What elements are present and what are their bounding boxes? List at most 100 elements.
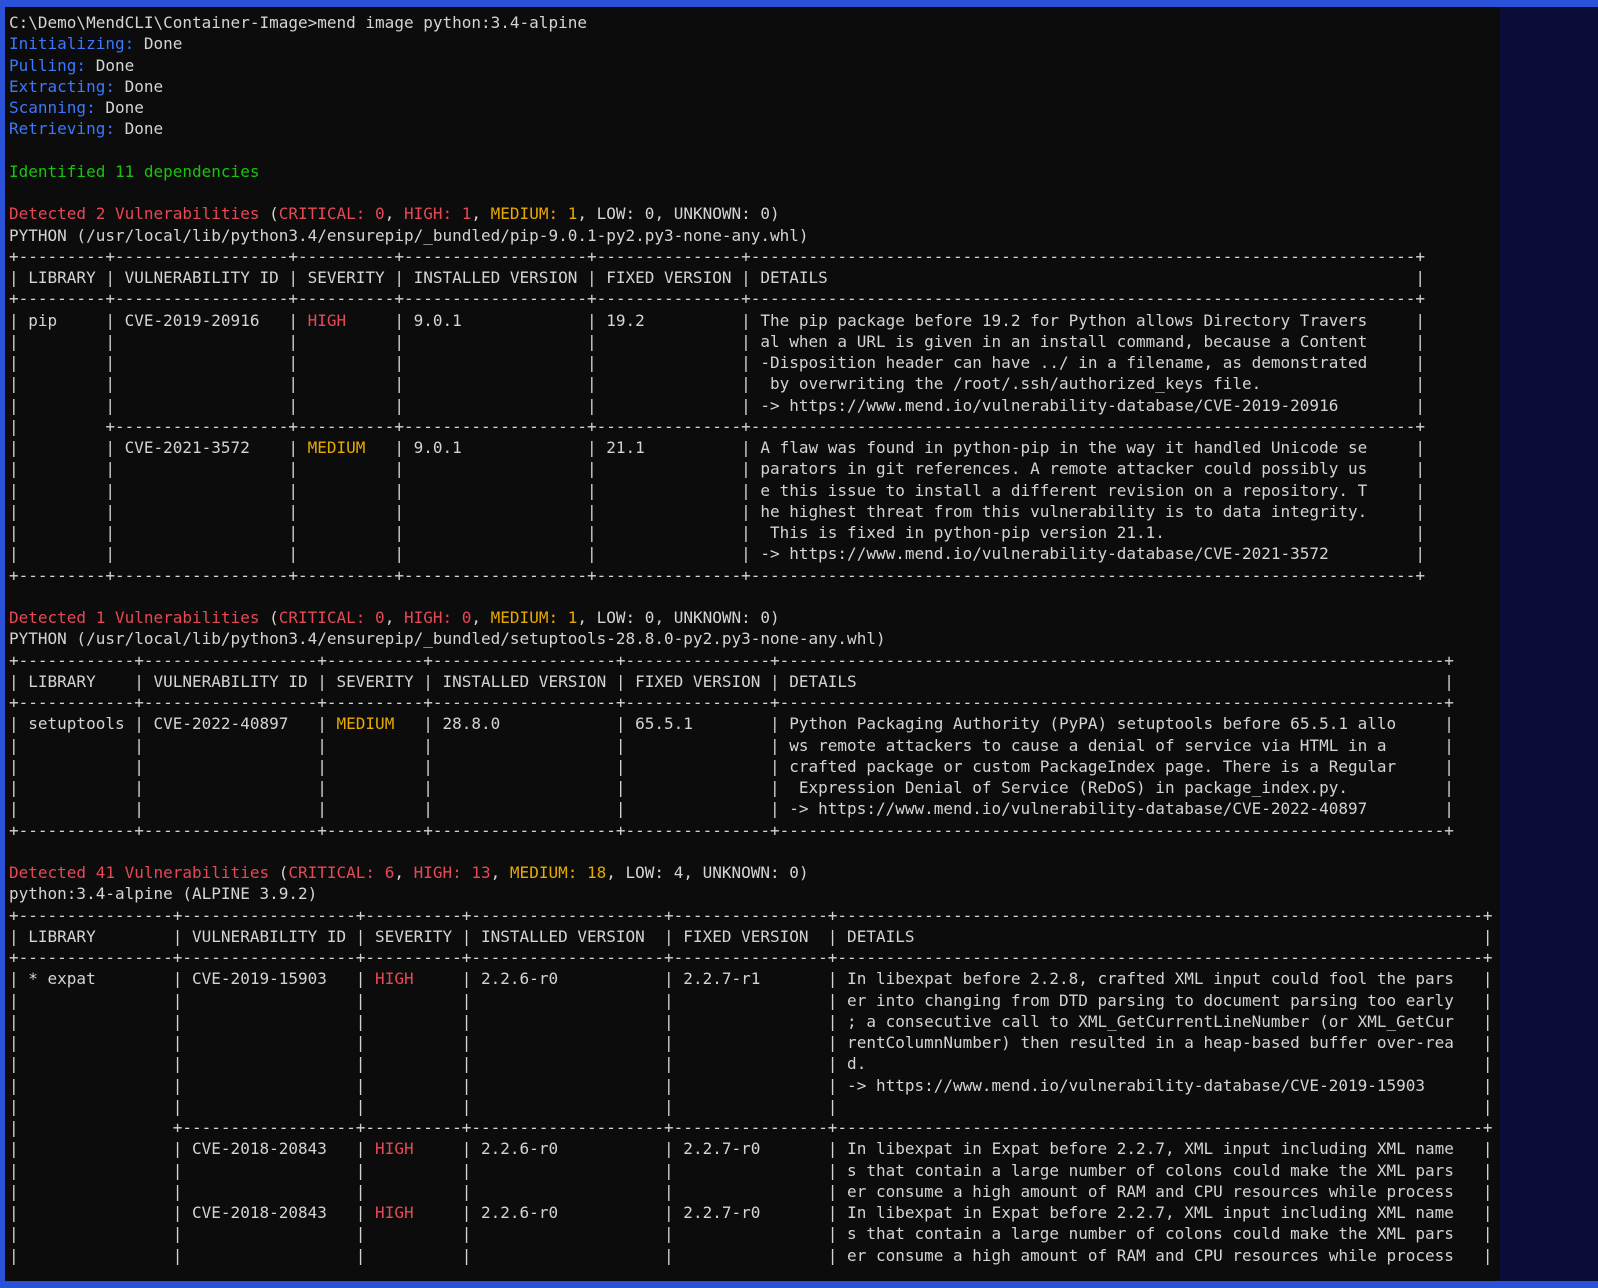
- table-border-line: +---------+------------------+----------…: [9, 246, 1500, 267]
- punctuation: (: [269, 863, 288, 882]
- details-cell: | | | | | | er into changing from DTD pa…: [9, 991, 1492, 1010]
- severity-count-value: 0: [760, 608, 770, 627]
- table-row-line: | | | | | | -> https://www.mend.io/vulne…: [9, 395, 1500, 416]
- severity-cell: MEDIUM: [298, 438, 394, 457]
- detected-summary-line: Detected 41 Vulnerabilities (CRITICAL: 6…: [9, 862, 1500, 883]
- severity-count-label: MEDIUM:: [491, 204, 568, 223]
- scope-line: PYTHON (/usr/local/lib/python3.4/ensurep…: [9, 628, 1500, 649]
- table-border-line: +---------+------------------+----------…: [9, 565, 1500, 586]
- table-row-line: | | | | | | d. |: [9, 1053, 1500, 1074]
- table-header: | LIBRARY | VULNERABILITY ID | SEVERITY …: [9, 927, 1492, 946]
- details-cell: | | | | | | This is fixed in python-pip …: [9, 523, 1425, 542]
- blank: [9, 141, 19, 160]
- table-row-line: | | | | | | This is fixed in python-pip …: [9, 522, 1500, 543]
- library-and-cve-cells: | * expat | CVE-2019-15903 |: [9, 969, 365, 988]
- severity-cell: HIGH: [365, 1139, 461, 1158]
- severity-count-label: LOW:: [626, 863, 674, 882]
- library-and-cve-cells: | pip | CVE-2019-20916 |: [9, 311, 298, 330]
- details-cell: | | | | | | rentColumnNumber) then resul…: [9, 1033, 1492, 1052]
- details-cell: | | | | | | Expression Denial of Service…: [9, 778, 1454, 797]
- details-cell: In libexpat in Expat before 2.2.7, XML i…: [837, 1139, 1492, 1158]
- punctuation: ,: [385, 608, 404, 627]
- punctuation: ,: [394, 863, 413, 882]
- severity-count-value: 0: [645, 204, 655, 223]
- table-row-line: | | | | | | s that contain a large numbe…: [9, 1160, 1500, 1181]
- status-label: Scanning:: [9, 98, 96, 117]
- severity-cell: HIGH: [365, 969, 461, 988]
- severity-count-label: HIGH:: [414, 863, 472, 882]
- punctuation: (: [259, 608, 278, 627]
- details-cell: | | | | | | er consume a high amount of …: [9, 1246, 1492, 1265]
- table-row-line: | | | | | | rentColumnNumber) then resul…: [9, 1032, 1500, 1053]
- punctuation: ,: [654, 608, 673, 627]
- table-row-line: | | | | | | he highest threat from this …: [9, 501, 1500, 522]
- version-cells: | 9.0.1 | 19.2 |: [394, 311, 750, 330]
- details-cell: | | | | | | |: [9, 1097, 1492, 1116]
- table-row-line: | | | | | | -Disposition header can have…: [9, 352, 1500, 373]
- table-row-line: | | | | | | ws remote attackers to cause…: [9, 735, 1500, 756]
- table-row-line: | | | | | | s that contain a large numbe…: [9, 1223, 1500, 1244]
- punctuation: ): [799, 863, 809, 882]
- prompt-line: C:\Demo\MendCLI\Container-Image>mend ima…: [9, 12, 1500, 33]
- details-cell: | | | | | | parators in git references. …: [9, 459, 1425, 478]
- details-cell: | | | | | | s that contain a large numbe…: [9, 1161, 1492, 1180]
- version-cells: | 2.2.6-r0 | 2.2.7-r0 |: [462, 1203, 838, 1222]
- status-value: Done: [115, 119, 163, 138]
- table-row-line: | | CVE-2021-3572 | MEDIUM | 9.0.1 | 21.…: [9, 437, 1500, 458]
- table-header-line: | LIBRARY | VULNERABILITY ID | SEVERITY …: [9, 671, 1500, 692]
- table-row-line: | | | | | | parators in git references. …: [9, 458, 1500, 479]
- details-cell: | | | | | | by overwriting the /root/.ss…: [9, 374, 1425, 393]
- terminal-output[interactable]: C:\Demo\MendCLI\Container-Image>mend ima…: [5, 7, 1500, 1281]
- details-cell: | | | | | | d. |: [9, 1054, 1492, 1073]
- punctuation: ,: [471, 204, 490, 223]
- identified-line: Identified 11 dependencies: [9, 161, 1500, 182]
- details-cell: | | | | | | crafted package or custom Pa…: [9, 757, 1454, 776]
- vulnerability-db-url: | | | | | | -> https://www.mend.io/vulne…: [9, 1076, 1492, 1095]
- details-cell: | | | | | | ; a consecutive call to XML_…: [9, 1012, 1492, 1031]
- table-border-line: +------------+------------------+-------…: [9, 820, 1500, 841]
- vulnerability-db-url: | | | | | | -> https://www.mend.io/vulne…: [9, 544, 1425, 563]
- status-line: Initializing: Done: [9, 33, 1500, 54]
- punctuation: ,: [385, 204, 404, 223]
- severity-count-label: UNKNOWN:: [674, 608, 761, 627]
- table-border: +------------+------------------+-------…: [9, 821, 1454, 840]
- table-row-line: | | | | | | by overwriting the /root/.ss…: [9, 373, 1500, 394]
- severity-count-label: LOW:: [597, 204, 645, 223]
- scope-line: python:3.4-alpine (ALPINE 3.9.2): [9, 883, 1500, 904]
- table-row-line: | setuptools | CVE-2022-40897 | MEDIUM |…: [9, 713, 1500, 734]
- vulnerability-db-url: | | | | | | -> https://www.mend.io/vulne…: [9, 396, 1425, 415]
- details-cell: In libexpat in Expat before 2.2.7, XML i…: [837, 1203, 1492, 1222]
- blank-line: [9, 586, 1500, 607]
- table-border: +----------------+------------------+---…: [9, 906, 1492, 925]
- table-row-line: | | | | | | er into changing from DTD pa…: [9, 990, 1500, 1011]
- severity-count-value: 0: [375, 608, 385, 627]
- status-line: Retrieving: Done: [9, 118, 1500, 139]
- punctuation: ,: [606, 863, 625, 882]
- detected-summary-line: Detected 2 Vulnerabilities (CRITICAL: 0,…: [9, 203, 1500, 224]
- severity-count-label: LOW:: [597, 608, 645, 627]
- status-value: Done: [115, 77, 163, 96]
- status-label: Pulling:: [9, 56, 86, 75]
- version-cells: | 28.8.0 | 65.5.1 |: [423, 714, 779, 733]
- severity-cell: MEDIUM: [327, 714, 423, 733]
- severity-count-label: HIGH:: [404, 204, 462, 223]
- status-value: Done: [134, 34, 182, 53]
- table-border: +------------+------------------+-------…: [9, 693, 1454, 712]
- status-label: Extracting:: [9, 77, 115, 96]
- status-line: Scanning: Done: [9, 97, 1500, 118]
- severity-count-value: 18: [587, 863, 606, 882]
- severity-count-value: 0: [375, 204, 385, 223]
- status-value: Done: [86, 56, 134, 75]
- severity-count-value: 13: [471, 863, 490, 882]
- severity-count-label: UNKNOWN:: [674, 204, 761, 223]
- detected-count: Detected 1 Vulnerabilities: [9, 608, 259, 627]
- punctuation: (: [259, 204, 278, 223]
- details-cell: | | | | | | s that contain a large numbe…: [9, 1224, 1492, 1243]
- details-cell: | | | | | | al when a URL is given in an…: [9, 332, 1425, 351]
- severity-count-value: 0: [789, 863, 799, 882]
- table-row-line: | pip | CVE-2019-20916 | HIGH | 9.0.1 | …: [9, 310, 1500, 331]
- blank: [9, 842, 19, 861]
- severity-count-value: 1: [568, 608, 578, 627]
- scan-target-path: python:3.4-alpine (ALPINE 3.9.2): [9, 884, 317, 903]
- table-header: | LIBRARY | VULNERABILITY ID | SEVERITY …: [9, 672, 1454, 691]
